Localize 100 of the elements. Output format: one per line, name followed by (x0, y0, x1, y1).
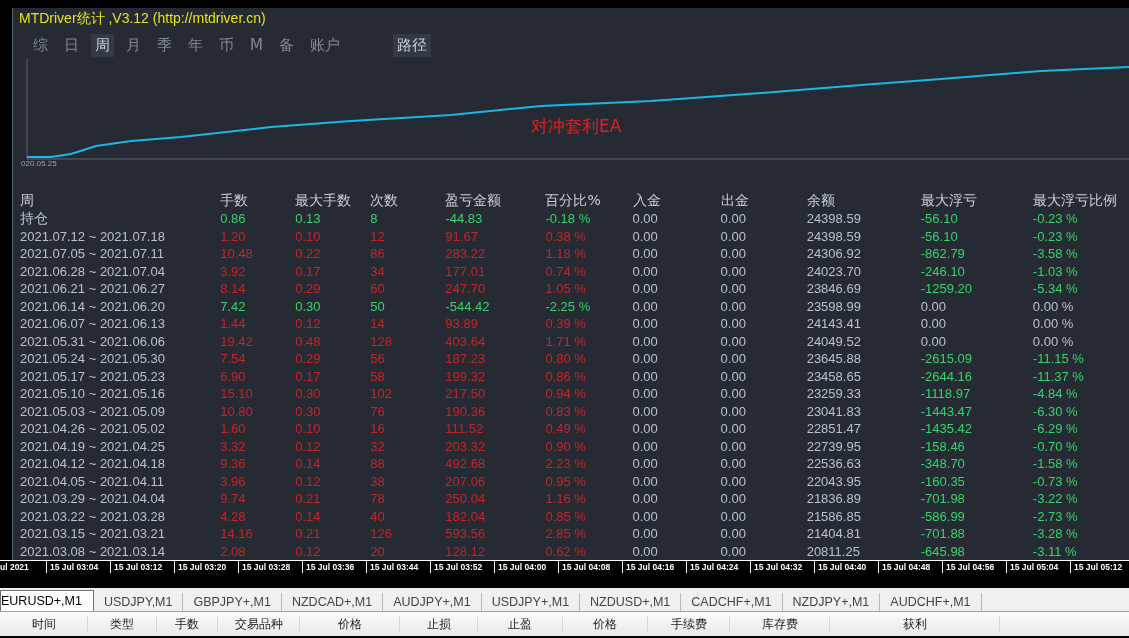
table-cell: -701.98 (920, 490, 1033, 508)
table-cell-text: 247.70 (445, 280, 487, 298)
table-cell-text: 207.06 (445, 472, 487, 490)
table-cell-text: 593.56 (445, 525, 487, 543)
table-cell: 15.10 (220, 385, 296, 403)
table-cell-text: -0.70 % (1032, 437, 1079, 455)
table-cell-text: 250.04 (445, 490, 487, 508)
table-cell: 0.00 (632, 525, 721, 543)
table-cell: 0.29 (295, 280, 371, 298)
table-cell-text: 0.12 (295, 315, 322, 333)
period-tab[interactable]: 季 (153, 33, 176, 57)
table-cell: -1259.20 (920, 280, 1033, 298)
table-cell: 0.74 % (545, 262, 633, 280)
table-cell: 0.62 % (545, 542, 633, 560)
table-cell: 88 (370, 455, 446, 473)
table-cell: 0.49 % (545, 420, 633, 438)
table-cell: 23645.88 (806, 350, 921, 368)
table-cell-text: 283.22 (445, 245, 487, 263)
table-cell: 14.16 (220, 525, 296, 543)
table-cell-text: 0.10 (295, 227, 322, 245)
time-label: 15 Jul 04:24 (686, 561, 750, 573)
period-cell: 2021.05.17 ~ 2021.05.23 (20, 367, 221, 385)
table-cell-text: 93.89 (445, 315, 479, 333)
table-cell: 10.48 (220, 245, 296, 263)
period-tab[interactable]: 年 (184, 33, 207, 57)
table-cell: 2.85 % (545, 525, 633, 543)
table-cell: 0.22 (295, 245, 371, 263)
time-label: 15 Jul 04:48 (878, 561, 942, 573)
table-cell-text: -4.84 % (1032, 385, 1079, 403)
table-cell: 22043.95 (806, 472, 921, 490)
table-cell: 0.00 (632, 420, 721, 438)
table-cell: 60 (370, 280, 446, 298)
table-cell: 0.00 (920, 332, 1033, 350)
table-cell: 0.00 (632, 507, 721, 525)
table-cell: -1443.47 (920, 402, 1033, 420)
table-cell: -701.88 (920, 525, 1033, 543)
table-cell: -56.10 (920, 227, 1033, 245)
column-header: 出金 (720, 191, 807, 210)
chart-tab[interactable]: EURUSD+,M1 (0, 590, 94, 611)
path-button[interactable]: 路径 (393, 33, 431, 57)
period-tab[interactable]: M (246, 34, 267, 57)
period-cell-text: 2021.05.03 ~ 2021.05.09 (20, 402, 166, 420)
table-cell: 0.85 % (545, 507, 633, 525)
table-cell-text: 111.52 (445, 420, 485, 438)
period-cell: 2021.04.19 ~ 2021.04.25 (20, 437, 221, 455)
table-cell: 1.18 % (545, 245, 633, 263)
table-cell: 21836.89 (806, 490, 921, 508)
table-cell: 1.20 (220, 227, 296, 245)
column-header: 止损 (400, 615, 478, 633)
table-cell-text: 177.01 (445, 262, 487, 280)
column-header: 周 (20, 191, 221, 210)
time-label: 15 Jul 04:00 (494, 561, 558, 573)
table-cell: 0.00 (632, 280, 721, 298)
table-cell: 0.00 (720, 490, 807, 508)
table-cell-text: 217.50 (445, 385, 487, 403)
table-cell: 8 (370, 210, 446, 228)
table-cell: 0.00 (920, 315, 1033, 333)
table-cell-text: -2.73 % (1032, 507, 1079, 525)
table-cell: 7.42 (220, 297, 296, 315)
table-cell: 4.28 (220, 507, 296, 525)
time-label: 15 Jul 03:52 (430, 561, 494, 573)
table-cell-text: -6.29 % (1032, 420, 1079, 438)
time-label: 15 Jul 03:44 (366, 561, 430, 573)
table-cell: 0.00 (632, 542, 721, 560)
table-cell: 24049.52 (806, 332, 921, 350)
table-cell: 0.00 (720, 210, 807, 228)
period-tab[interactable]: 综 (29, 33, 52, 57)
table-cell: 0.14 (295, 507, 371, 525)
column-header: 次数 (370, 191, 446, 210)
period-tab[interactable]: 账户 (305, 33, 344, 57)
table-cell: 0.00 (632, 297, 721, 315)
period-tab[interactable]: 备 (274, 33, 298, 57)
table-cell: 0.00 (720, 542, 807, 560)
column-header: 库存费 (730, 615, 830, 633)
table-cell: 23846.69 (806, 280, 921, 298)
table-cell: 7.54 (220, 350, 296, 368)
table-cell: 0.00 (720, 315, 807, 333)
table-cell-text: 0.30 (295, 385, 322, 403)
table-cell: 0.14 (295, 455, 371, 473)
table-cell-text: 76 (370, 402, 386, 420)
time-label: 15 Jul 03:28 (238, 561, 302, 573)
table-cell-text: 203.32 (445, 437, 487, 455)
column-header: 最大浮亏 (920, 191, 1033, 210)
period-tab[interactable]: 日 (60, 33, 83, 57)
table-cell: 24306.92 (806, 245, 921, 263)
table-cell-text: -544.42 (445, 297, 491, 315)
table-cell: 0.00 (720, 280, 807, 298)
table-cell: 0.00 (632, 262, 721, 280)
period-tab[interactable]: 月 (122, 33, 145, 57)
table-cell: -645.98 (920, 542, 1033, 560)
table-cell: 3.92 (220, 262, 296, 280)
table-cell-text: 182.04 (445, 507, 487, 525)
table-cell: 0.00 (632, 402, 721, 420)
table-cell: 0.00 (720, 332, 807, 350)
table-cell: 0.00 (720, 402, 807, 420)
table-cell: 0.12 (295, 542, 371, 560)
table-cell: -158.46 (920, 437, 1033, 455)
period-tab[interactable]: 币 (215, 33, 238, 57)
table-cell: 10.80 (220, 402, 296, 420)
period-tab[interactable]: 周 (91, 33, 114, 57)
